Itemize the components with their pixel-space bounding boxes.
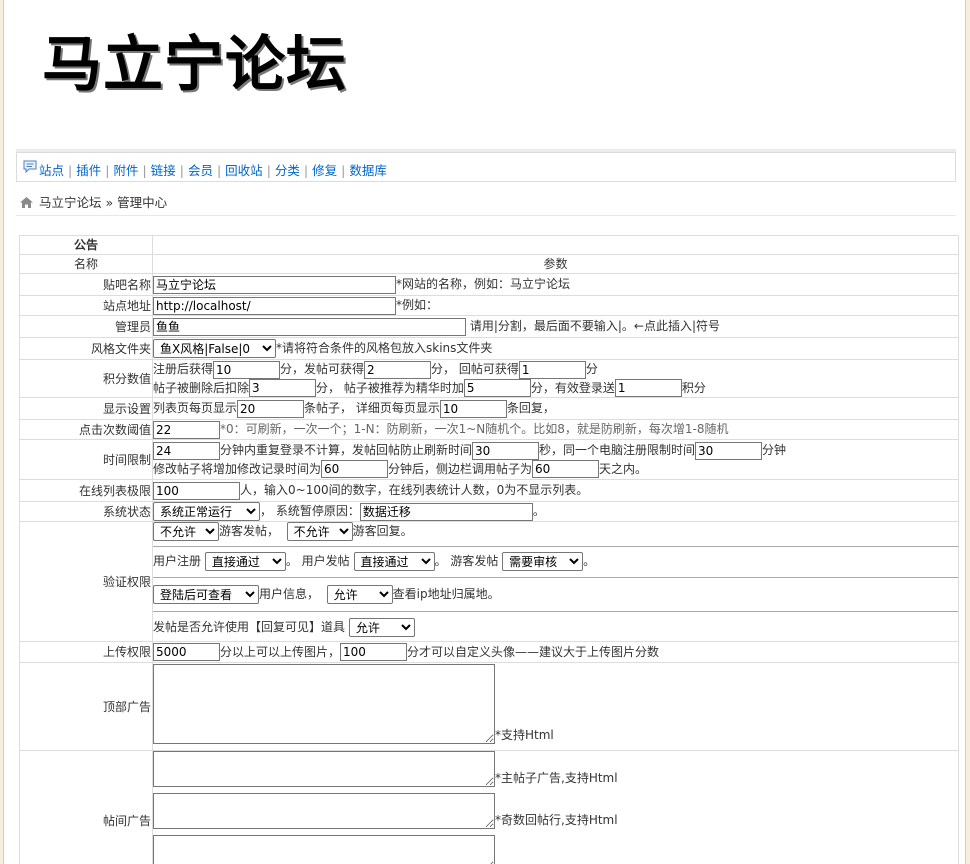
refresh-seconds-input[interactable] xyxy=(472,441,540,460)
menu-item-plugins[interactable]: 插件 xyxy=(76,163,101,178)
top-ad-textarea[interactable] xyxy=(153,664,495,744)
post-points-input[interactable] xyxy=(364,360,432,379)
site-logo: 马立宁论坛 xyxy=(42,30,347,100)
login-points-input[interactable] xyxy=(614,379,682,397)
points-label: 积分数值 xyxy=(19,359,153,398)
forum-name-hint: *网站的名称，例如：马立宁论坛 xyxy=(396,277,571,292)
breadcrumb-current: 管理中心 xyxy=(117,195,168,210)
top-ad-label: 顶部广告 xyxy=(19,662,153,751)
verify-settings: 不允许游客发帖， 不允许 游客回复。 用户注册 直接通过。 用户发帖 直接通过。 … xyxy=(152,521,959,642)
guest-post-select[interactable]: 不允许 xyxy=(153,522,219,541)
skin-label: 风格文件夹 xyxy=(19,337,153,360)
user-info-select[interactable]: 登陆后可查看 xyxy=(153,585,259,604)
forum-name-input[interactable] xyxy=(153,275,396,294)
menu-links: 站点 | 插件 | 附件 | 链接 | 会员 | 回收站 | 分类 | 修复 | 数据库 xyxy=(39,163,387,178)
system-status-select[interactable]: 系统正常运行 xyxy=(153,502,260,521)
site-url-hint: *例如： xyxy=(396,298,439,313)
upload-limit-label: 上传权限 xyxy=(19,641,153,663)
menu-item-repair[interactable]: 修复 xyxy=(312,163,337,178)
elite-points-input[interactable] xyxy=(463,379,531,397)
admins-input[interactable] xyxy=(153,317,466,336)
time-limit-settings: 分钟内重复登录不计算，发帖回帖防止刷新时间秒，同一个电脑注册限制时间分钟 修改帖… xyxy=(152,439,959,480)
section-title: 公告 xyxy=(19,235,153,255)
register-limit-input[interactable] xyxy=(695,441,763,460)
click-threshold-input[interactable] xyxy=(153,420,220,439)
detail-page-size-input[interactable] xyxy=(439,399,507,418)
admin-menu-bar: 站点 | 插件 | 附件 | 链接 | 会员 | 回收站 | 分类 | 修复 | 数据库 xyxy=(16,152,956,182)
site-url-input[interactable] xyxy=(153,296,396,315)
settings-table: 公告 名称 参数 贴吧名称 *网站的名称，例如：马立宁论坛 站点地址 *例如： … xyxy=(19,235,959,864)
main-post-ad-textarea[interactable] xyxy=(153,751,495,787)
divider xyxy=(16,215,956,216)
reply-points-input[interactable] xyxy=(518,360,586,379)
page: 马立宁论坛 站点 | 插件 | 附件 | 链接 | 会员 | 回收站 | 分类 | 修复 | 数据库 马立宁论坛… xyxy=(3,0,966,864)
online-limit-input[interactable] xyxy=(153,481,240,500)
menu-item-attachments[interactable]: 附件 xyxy=(113,163,138,178)
guest-reply-select[interactable]: 不允许 xyxy=(286,522,353,541)
online-limit-label: 在线列表极限 xyxy=(19,479,153,502)
menu-item-site[interactable]: 站点 xyxy=(39,163,64,178)
top-ad-hint: *支持Html xyxy=(495,728,554,742)
relogin-minutes-input[interactable] xyxy=(153,441,220,460)
click-threshold-label: 点击次数阈值 xyxy=(19,419,153,440)
verify-label: 验证权限 xyxy=(19,521,153,642)
user-post-select[interactable]: 直接通过 xyxy=(353,552,435,571)
forum-name-label: 贴吧名称 xyxy=(19,273,153,296)
menu-item-recycle-bin[interactable]: 回收站 xyxy=(225,163,263,178)
skin-hint: *请将符合条件的风格包放入skins文件夹 xyxy=(276,341,493,355)
display-label: 显示设置 xyxy=(19,397,153,420)
edit-record-minutes-input[interactable] xyxy=(321,460,389,478)
pause-reason-input[interactable] xyxy=(359,502,533,521)
column-header-param: 参数 xyxy=(152,254,959,274)
system-status-label: 系统状态 xyxy=(19,501,153,522)
column-header-name: 名称 xyxy=(19,254,153,274)
post-ad-label: 帖间广告 xyxy=(19,750,153,864)
odd-reply-ad-hint: *奇数回帖行,支持Html xyxy=(495,813,618,827)
avatar-points-input[interactable] xyxy=(340,643,408,662)
register-points-input[interactable] xyxy=(213,360,281,379)
menu-item-database[interactable]: 数据库 xyxy=(349,163,387,178)
guest-post-review-select[interactable]: 需要审核 xyxy=(502,552,584,571)
list-page-size-input[interactable] xyxy=(237,399,305,418)
points-settings: 注册后获得分，发帖可获得分， 回帖可获得分 帖子被删除后扣除分， 帖子被推荐为精… xyxy=(152,359,959,398)
upload-points-input[interactable] xyxy=(153,643,220,662)
online-limit-hint: 人，输入0~100间的数字，在线列表统计人数，0为不显示列表。 xyxy=(240,483,589,498)
sidebar-days-input[interactable] xyxy=(532,460,600,478)
reply-visible-select[interactable]: 允许 xyxy=(348,618,415,637)
time-limit-label: 时间限制 xyxy=(19,439,153,480)
breadcrumb-home[interactable]: 马立宁论坛 xyxy=(39,195,102,210)
menu-item-categories[interactable]: 分类 xyxy=(275,163,300,178)
main-post-ad-hint: *主帖子广告,支持Html xyxy=(495,771,618,785)
home-icon xyxy=(20,196,33,211)
breadcrumb: 马立宁论坛 » 管理中心 xyxy=(20,192,167,211)
menu-item-members[interactable]: 会员 xyxy=(188,163,213,178)
ip-lookup-select[interactable]: 允许 xyxy=(326,585,393,604)
admins-label: 管理员 xyxy=(19,315,153,338)
delete-points-input[interactable] xyxy=(249,379,317,397)
even-reply-ad-textarea[interactable] xyxy=(153,835,495,864)
skin-select[interactable]: 鱼X风格|False|0 xyxy=(153,339,276,358)
menu-item-links[interactable]: 链接 xyxy=(151,163,176,178)
breadcrumb-separator: » xyxy=(101,195,118,210)
user-register-select[interactable]: 直接通过 xyxy=(204,552,286,571)
site-url-label: 站点地址 xyxy=(19,295,153,316)
admins-hint[interactable]: 请用|分割，最后面不要输入|。←点此插入|符号 xyxy=(470,319,720,333)
click-threshold-hint: *0：可刷新，一次一个；1-N：防刷新，一次1~N随机个。比如8，就是防刷新，每… xyxy=(220,422,729,437)
odd-reply-ad-textarea[interactable] xyxy=(153,793,495,829)
chat-bubble-icon xyxy=(23,160,37,176)
